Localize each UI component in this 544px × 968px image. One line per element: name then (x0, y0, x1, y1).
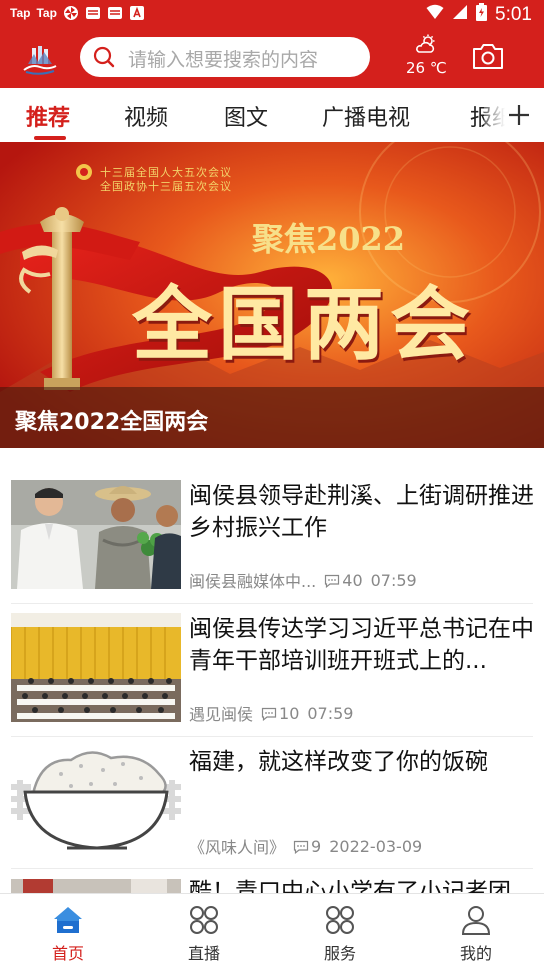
bottom-navigation: 首页 直播 服务 我的 (0, 893, 544, 968)
nav-service-label: 服务 (323, 944, 356, 963)
list-divider (11, 736, 533, 737)
nav-home[interactable]: 首页 (0, 894, 136, 968)
nav-profile-label: 我的 (459, 944, 492, 963)
pinwheel-icon (63, 5, 79, 21)
clock: 5:01 (495, 4, 532, 25)
comment-icon (261, 706, 277, 722)
tab-recommend[interactable]: 推荐 (26, 100, 70, 132)
home-icon (52, 904, 84, 936)
add-channel-icon[interactable] (506, 102, 532, 128)
search-input[interactable]: 请输入想要搜索的内容 (80, 37, 370, 77)
cloudy-sun-icon (415, 34, 437, 54)
weather-temperature: 26 ℃ (406, 59, 447, 77)
nav-live[interactable]: 直播 (136, 894, 272, 968)
channel-tabs: 推荐 视频 图文 广播电视 报纸 (0, 88, 544, 142)
comment-icon (324, 573, 340, 589)
service-grid-icon (324, 904, 356, 936)
news-meta: 《风味人间》 9 2022-03-09 (189, 834, 422, 858)
app-logo-icon[interactable] (20, 40, 60, 80)
news-source: 遇见闽侯 (189, 705, 254, 724)
app-a-icon (129, 5, 145, 21)
mail-icon (85, 5, 101, 21)
search-icon (93, 46, 115, 68)
news-source: 闽侯县融媒体中... (189, 572, 317, 591)
news-source: 《风味人间》 (189, 838, 286, 857)
tab-video[interactable]: 视频 (124, 100, 168, 132)
taptap-notification: Tap (10, 6, 31, 20)
tab-graphic[interactable]: 图文 (224, 100, 268, 132)
battery-icon (476, 3, 488, 27)
profile-icon (460, 904, 492, 936)
comment-icon (293, 839, 309, 855)
comment-count: 10 (279, 703, 300, 723)
list-divider (11, 603, 533, 604)
banner-subtitle-2: 全国政协十三届五次会议 (100, 180, 232, 193)
banner-caption[interactable]: 聚焦2022全国两会 (15, 404, 208, 436)
header: 请输入想要搜索的内容 26 ℃ (0, 32, 544, 88)
comment-count: 9 (311, 836, 322, 856)
banner-headline: 全国两会 (132, 277, 476, 371)
camera-icon[interactable] (472, 42, 504, 70)
news-thumbnail (11, 480, 181, 589)
list-item[interactable]: 福建，就这样改变了你的饭碗 《风味人间》 9 2022-03-09 (0, 739, 544, 872)
news-time: 2022-03-09 (329, 836, 423, 856)
news-time: 07:59 (307, 703, 354, 723)
nav-live-label: 直播 (187, 944, 220, 963)
status-bar: Tap Tap 5:01 (0, 0, 544, 30)
status-system: 5:01 (426, 3, 532, 27)
list-item[interactable]: 闽侯县传达学习习近平总书记在中青年干部培训班开班式上的... 遇见闽侯 10 0… (0, 606, 544, 739)
comment-count: 40 (342, 570, 363, 590)
signal-icon (452, 4, 468, 26)
wifi-icon (426, 4, 444, 26)
status-notifications: Tap Tap (10, 5, 145, 21)
news-title[interactable]: 闽侯县传达学习习近平总书记在中青年干部培训班开班式上的... (189, 613, 534, 677)
active-tab-indicator (34, 136, 66, 140)
news-thumbnail (11, 744, 181, 853)
list-item[interactable]: 闽侯县领导赴荆溪、上街调研推进乡村振兴工作 闽侯县融媒体中... 40 07:5… (0, 473, 544, 606)
list-divider (11, 868, 533, 869)
tab-broadcast-tv[interactable]: 广播电视 (322, 100, 410, 132)
news-thumbnail (11, 613, 181, 722)
news-title[interactable]: 闽侯县领导赴荆溪、上街调研推进乡村振兴工作 (189, 480, 534, 544)
taptap-notification: Tap (36, 6, 57, 20)
weather-widget[interactable]: 26 ℃ (400, 34, 450, 80)
news-meta: 遇见闽侯 10 07:59 (189, 701, 353, 725)
app-root: Tap Tap 5:01 请输入想要搜索的内容 26 ℃ 推荐 视频 图文 广播… (0, 0, 544, 968)
news-meta: 闽侯县融媒体中... 40 07:59 (189, 568, 417, 592)
nav-profile[interactable]: 我的 (408, 894, 544, 968)
news-time: 07:59 (370, 570, 417, 590)
news-title[interactable]: 福建，就这样改变了你的饭碗 (189, 746, 534, 778)
search-placeholder: 请输入想要搜索的内容 (128, 49, 319, 71)
live-grid-icon (188, 904, 220, 936)
banner-focus-text: 聚焦2022 (252, 220, 406, 258)
banner-carousel[interactable]: 十三届全国人大五次会议 全国政协十三届五次会议 聚焦2022 全国两会 聚焦20… (0, 142, 544, 448)
mail-icon (107, 5, 123, 21)
nav-home-label: 首页 (51, 944, 84, 963)
nav-service[interactable]: 服务 (272, 894, 408, 968)
top-bar: Tap Tap 5:01 请输入想要搜索的内容 26 ℃ (0, 0, 544, 88)
